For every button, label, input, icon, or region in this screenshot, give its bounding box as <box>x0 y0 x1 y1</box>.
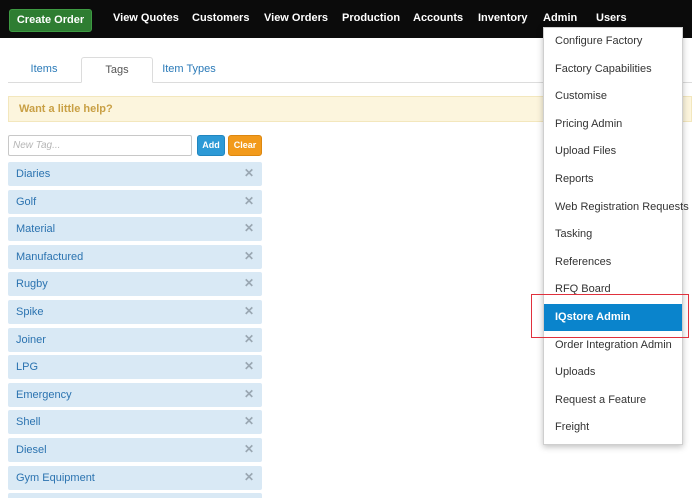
tag-row[interactable]: Golf ✕ <box>8 189 262 214</box>
tag-label: Diaries <box>16 168 51 180</box>
tag-label: Emergency <box>16 388 72 401</box>
remove-tag-icon[interactable]: ✕ <box>244 387 254 401</box>
remove-tag-icon[interactable]: ✕ <box>244 166 254 180</box>
highlight-annotation <box>531 294 689 338</box>
tag-label: Joiner <box>16 333 46 346</box>
menu-item-customise[interactable]: Customise <box>544 83 682 110</box>
tag-row[interactable]: Diesel ✕ <box>8 438 262 462</box>
tag-row[interactable]: Manufactured ✕ <box>8 244 262 269</box>
tag-row-partial <box>8 493 262 498</box>
menu-item-factory-capabilities[interactable]: Factory Capabilities <box>544 56 682 83</box>
tag-label: Material <box>16 223 56 236</box>
remove-tag-icon[interactable]: ✕ <box>244 359 254 373</box>
nav-view-orders[interactable]: View Orders <box>264 12 328 24</box>
menu-item-pricing-admin[interactable]: Pricing Admin <box>544 111 682 138</box>
menu-item-uploads[interactable]: Uploads <box>544 359 682 386</box>
tag-label: Gym Equipment <box>16 471 95 484</box>
remove-tag-icon[interactable]: ✕ <box>244 332 254 346</box>
tag-label: Spike <box>16 306 44 318</box>
app-stage: Create Order View Quotes Customers View … <box>0 0 692 498</box>
tag-row[interactable]: Rugby ✕ <box>8 272 262 297</box>
tag-label: LPG <box>16 361 39 374</box>
tag-row[interactable]: LPG ✕ <box>8 355 262 380</box>
remove-tag-icon[interactable]: ✕ <box>244 470 254 484</box>
remove-tag-icon[interactable]: ✕ <box>244 276 254 290</box>
nav-inventory[interactable]: Inventory <box>478 12 528 24</box>
tag-row[interactable]: Gym Equipment ✕ <box>8 465 262 490</box>
tag-row[interactable]: Joiner ✕ <box>8 327 262 352</box>
remove-tag-icon[interactable]: ✕ <box>244 442 254 456</box>
tag-label: Golf <box>16 195 37 208</box>
remove-tag-icon[interactable]: ✕ <box>244 414 254 428</box>
nav-admin[interactable]: Admin <box>543 12 577 24</box>
remove-tag-icon[interactable]: ✕ <box>244 194 254 208</box>
tag-label: Rugby <box>16 278 48 291</box>
tag-label: Manufactured <box>16 250 84 263</box>
tab-item-types[interactable]: Item Types <box>153 57 225 83</box>
nav-users[interactable]: Users <box>596 12 627 24</box>
nav-view-quotes[interactable]: View Quotes <box>113 12 179 24</box>
tag-row[interactable]: Spike ✕ <box>8 300 262 324</box>
menu-item-web-registration-requests[interactable]: Web Registration Requests <box>544 194 689 221</box>
remove-tag-icon[interactable]: ✕ <box>244 249 254 263</box>
tag-row[interactable]: Diaries ✕ <box>8 162 262 186</box>
remove-tag-icon[interactable]: ✕ <box>244 221 254 235</box>
admin-dropdown-menu: Configure Factory Factory Capabilities C… <box>543 27 689 445</box>
create-order-button[interactable]: Create Order <box>9 9 92 32</box>
tab-tags[interactable]: Tags <box>81 57 153 83</box>
menu-item-request-a-feature[interactable]: Request a Feature <box>544 387 682 414</box>
menu-item-freight[interactable]: Freight <box>544 414 682 441</box>
nav-customers[interactable]: Customers <box>192 12 249 24</box>
new-tag-input[interactable] <box>8 135 192 156</box>
remove-tag-icon[interactable]: ✕ <box>244 304 254 318</box>
tag-label: Shell <box>16 416 41 429</box>
menu-item-configure-factory[interactable]: Configure Factory <box>544 28 682 55</box>
menu-item-references[interactable]: References <box>544 249 682 276</box>
menu-item-reports[interactable]: Reports <box>544 166 682 193</box>
tag-row[interactable]: Material ✕ <box>8 217 262 242</box>
nav-production[interactable]: Production <box>342 12 400 24</box>
menu-item-tasking[interactable]: Tasking <box>544 221 682 248</box>
menu-item-upload-files[interactable]: Upload Files <box>544 138 682 165</box>
tag-row[interactable]: Shell ✕ <box>8 410 262 435</box>
tab-items[interactable]: Items <box>8 57 80 83</box>
clear-tag-button[interactable]: Clear <box>228 135 262 156</box>
tag-row[interactable]: Emergency ✕ <box>8 382 262 407</box>
tag-label: Diesel <box>16 444 47 456</box>
nav-accounts[interactable]: Accounts <box>413 12 463 24</box>
add-tag-button[interactable]: Add <box>197 135 225 156</box>
